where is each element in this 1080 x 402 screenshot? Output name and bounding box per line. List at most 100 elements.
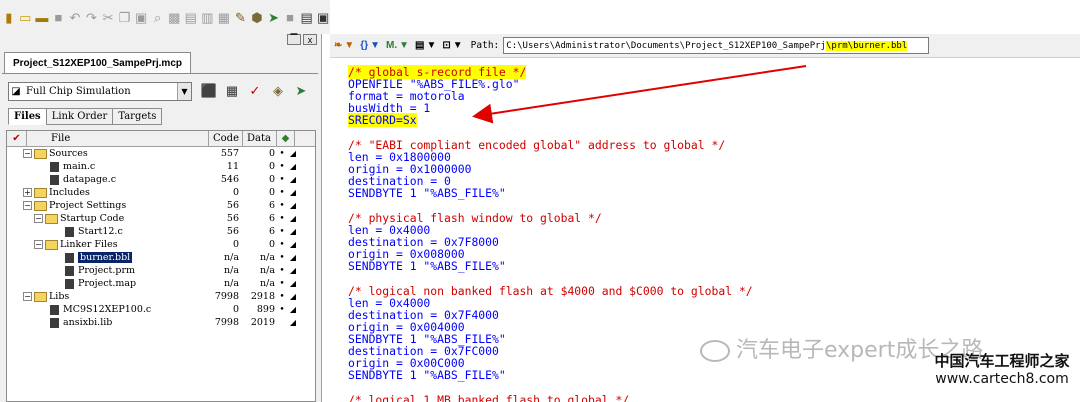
replace-icon[interactable]: ▩ — [167, 8, 181, 27]
tree-row[interactable]: Project.prm n/a n/a • ◢ — [7, 264, 315, 277]
data-size: 6 — [268, 226, 275, 237]
redo-icon[interactable]: ↷ — [85, 8, 99, 27]
functions-menu[interactable]: ❧ ▼ — [334, 40, 354, 51]
path-field[interactable]: C:\Users\Administrator\Documents\Project… — [503, 37, 930, 54]
list-icon[interactable]: ▦ — [223, 82, 241, 100]
open-icon[interactable]: ▭ — [19, 8, 33, 27]
tree-row[interactable]: − Project Settings 56 6 • ◢ — [7, 199, 315, 212]
tab-targets[interactable]: Targets — [112, 108, 163, 125]
project-area: ◪ Full Chip Simulation ▼ ⬛ ▦ ✓ ◈ ➤ Files… — [2, 73, 318, 402]
expand-icon[interactable]: + — [23, 188, 32, 197]
site-logo: 中国汽车工程师之家 www.cartech8.com — [932, 352, 1072, 388]
data-size: 0 — [268, 187, 275, 198]
column-code[interactable]: Code — [209, 131, 243, 146]
tree-row[interactable]: datapage.c 546 0 • ◢ — [7, 173, 315, 186]
undo-icon[interactable]: ↶ — [68, 8, 82, 27]
status-icon: ◢ — [289, 227, 297, 236]
wechat-icon — [700, 340, 730, 362]
collapse-icon[interactable]: − — [34, 240, 43, 249]
file-icon — [50, 304, 59, 315]
data-size: 0 — [268, 161, 275, 172]
main-toolbar: ▮ ▭ ▬ ■ ↶ ↷ ✂ ❐ ▣ ⌕ ▩ ▤ ▥ ▦ ✎ ⬢ ➤ ■ ▤ ▣ — [0, 0, 330, 34]
tree-row[interactable]: + Includes 0 0 • ◢ — [7, 186, 315, 199]
editor-toolbar: ❧ ▼ {} ▼ M. ▼ ▤ ▼ ⊡ ▼ Path: C:\Users\Administ… — [330, 34, 1080, 58]
folder-icon — [34, 291, 47, 302]
project-subtabs: Files Link Order Targets — [8, 108, 163, 125]
save-icon[interactable]: ▬ — [35, 8, 49, 27]
status-icon: ◢ — [289, 214, 297, 223]
chevron-down-icon[interactable]: ▼ — [177, 83, 191, 100]
file-name: Start12.c — [78, 226, 123, 237]
find-icon[interactable]: ⌕ — [151, 8, 165, 27]
tab-link-order[interactable]: Link Order — [45, 108, 114, 125]
braces-menu[interactable]: {} ▼ — [360, 40, 380, 51]
settings-icon[interactable]: ✎ — [234, 8, 248, 27]
debug-column-icon[interactable]: ◆ — [277, 131, 295, 146]
code-size: 56 — [226, 200, 239, 211]
column-file[interactable]: File — [27, 131, 209, 146]
code-size: 7998 — [214, 291, 239, 302]
tree-row[interactable]: MC9S12XEP100.c 0 899 • ◢ — [7, 303, 315, 316]
data-size: 0 — [268, 174, 275, 185]
debug-icon[interactable]: ➤ — [267, 8, 281, 27]
collapse-icon[interactable]: − — [23, 149, 32, 158]
tree-row[interactable]: Project.map n/a n/a • ◢ — [7, 277, 315, 290]
paste-icon[interactable]: ▣ — [134, 8, 148, 27]
debug-bullet: • — [279, 213, 285, 224]
tree-row[interactable]: main.c 11 0 • ◢ — [7, 160, 315, 173]
outdent-icon[interactable]: ▥ — [201, 8, 215, 27]
debug-bullet: • — [279, 161, 285, 172]
chevron-down-icon: ▼ — [399, 40, 410, 51]
copy-icon[interactable]: ❐ — [118, 8, 132, 27]
debug-bullet: • — [279, 265, 285, 276]
data-size: 0 — [268, 239, 275, 250]
tree-row[interactable]: − Sources 557 0 • ◢ — [7, 147, 315, 160]
comment-icon[interactable]: ▦ — [217, 8, 231, 27]
column-data[interactable]: Data — [243, 131, 277, 146]
collapse-icon[interactable]: − — [23, 201, 32, 210]
debug-bullet: • — [279, 252, 285, 263]
list-icon[interactable]: ▤ — [300, 8, 314, 27]
debug-bullet: • — [279, 291, 285, 302]
collapse-icon[interactable]: − — [23, 292, 32, 301]
status-icon: ◢ — [289, 188, 297, 197]
file-icon — [65, 278, 74, 289]
panel-restore-icon[interactable]: ▔ — [287, 34, 301, 45]
cut-icon[interactable]: ✂ — [101, 8, 115, 27]
debug-run-icon[interactable]: ➤ — [292, 82, 310, 100]
make-icon[interactable]: ◈ — [269, 82, 287, 100]
window-icon[interactable]: ▣ — [316, 8, 330, 27]
code-size: n/a — [224, 278, 239, 289]
new-icon[interactable]: ▮ — [2, 8, 16, 27]
tab-files[interactable]: Files — [8, 108, 47, 125]
markers-menu[interactable]: M. ▼ — [386, 40, 409, 51]
target-select[interactable]: ◪ Full Chip Simulation ▼ — [8, 82, 192, 101]
tree-row[interactable]: Start12.c 56 6 • ◢ — [7, 225, 315, 238]
lock-menu[interactable]: ⊡ ▼ — [442, 40, 462, 51]
tree-row-selected[interactable]: burner.bbl n/a n/a • ◢ — [7, 251, 315, 264]
file-name: Project.map — [78, 278, 137, 289]
stop-icon[interactable]: ■ — [283, 8, 297, 27]
project-panel: ▔ x Project_S12XEP100_SampePrj.mcp ◪ Ful… — [0, 34, 322, 402]
file-name: MC9S12XEP100.c — [63, 304, 152, 315]
document-menu[interactable]: ▤ ▼ — [415, 40, 436, 51]
touch-column-icon[interactable]: ✔ — [7, 131, 27, 146]
chip-icon[interactable]: ⬛ — [200, 82, 218, 100]
check-icon[interactable]: ✓ — [246, 82, 264, 100]
code-size: 0 — [232, 304, 239, 315]
debug-bullet: • — [279, 174, 285, 185]
tree-row[interactable]: ansixbi.lib 7998 2019 ◢ — [7, 316, 315, 329]
code-size: 7998 — [214, 317, 239, 328]
project-tab[interactable]: Project_S12XEP100_SampePrj.mcp — [4, 52, 191, 73]
indent-icon[interactable]: ▤ — [184, 8, 198, 27]
panel-close-icon[interactable]: x — [303, 34, 317, 45]
tree-row[interactable]: − Startup Code 56 6 • ◢ — [7, 212, 315, 225]
code-size: 0 — [232, 187, 239, 198]
code-size: n/a — [224, 252, 239, 263]
tree-row[interactable]: − Linker Files 0 0 • ◢ — [7, 238, 315, 251]
file-icon — [65, 226, 74, 237]
save-all-icon[interactable]: ■ — [52, 8, 66, 27]
tree-row[interactable]: − Libs 7998 2918 • ◢ — [7, 290, 315, 303]
collapse-icon[interactable]: − — [34, 214, 43, 223]
build-icon[interactable]: ⬢ — [250, 8, 264, 27]
